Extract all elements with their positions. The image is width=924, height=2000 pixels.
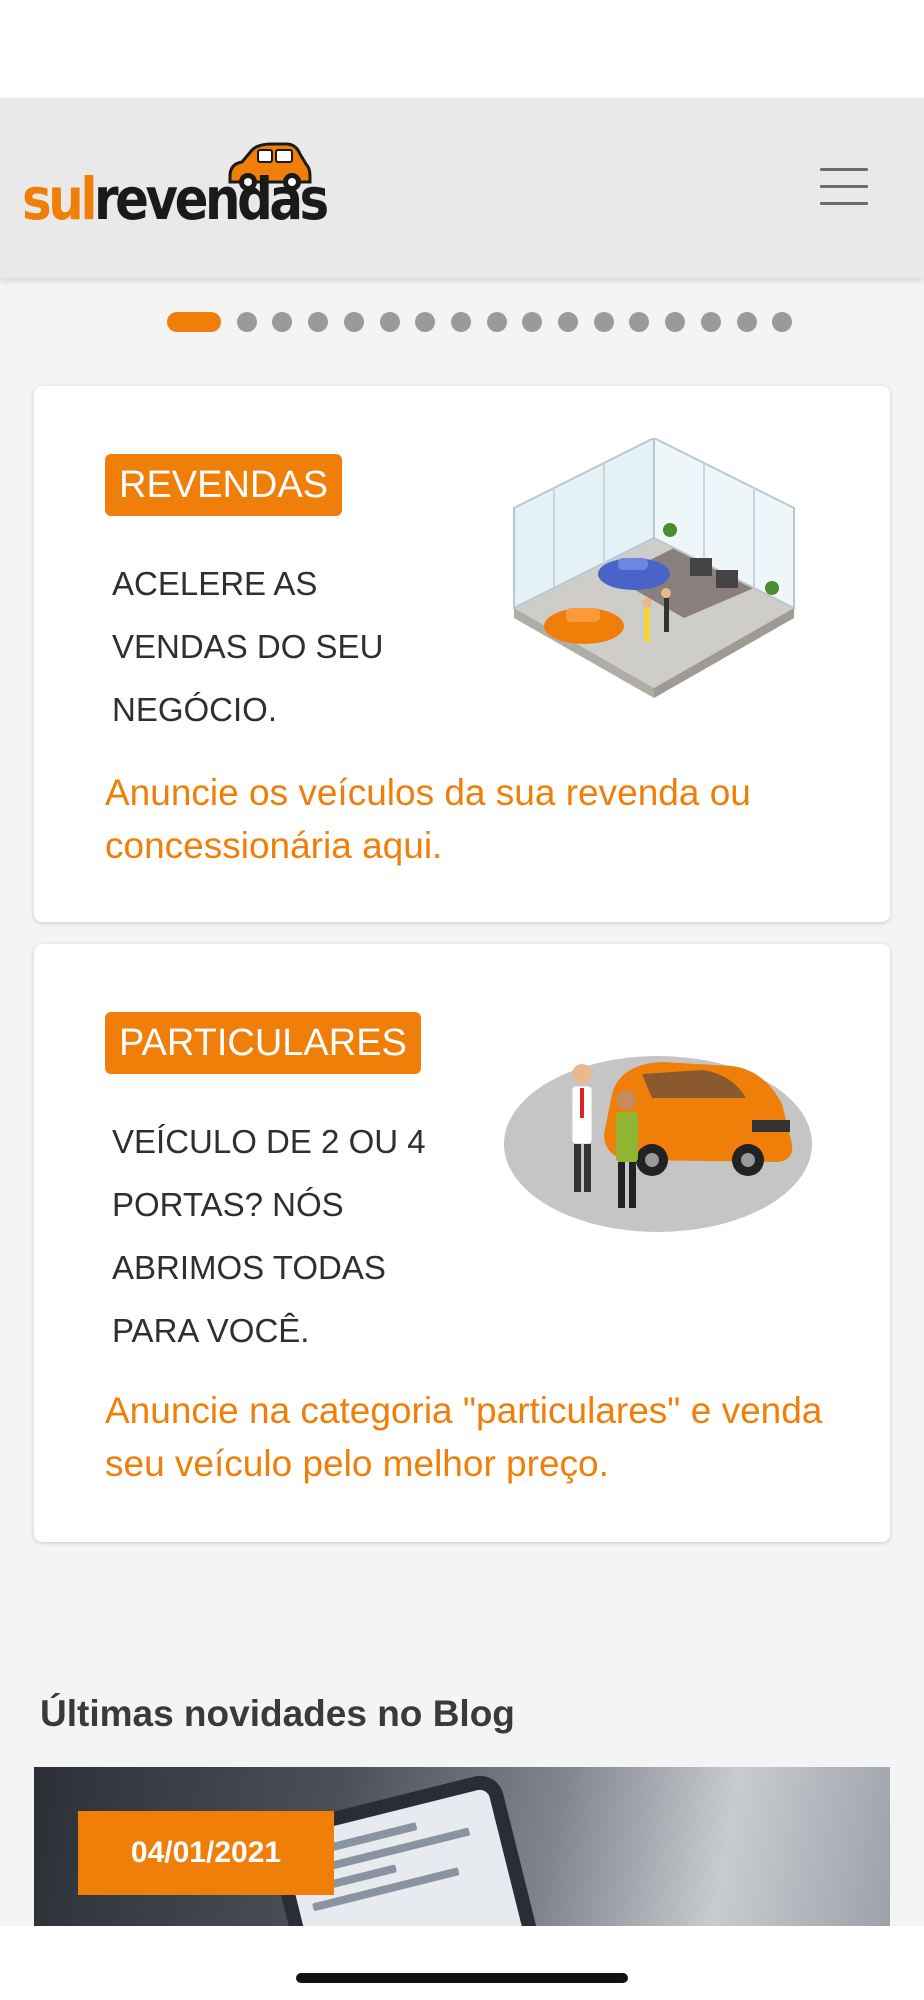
carousel-dot[interactable] (665, 312, 686, 332)
carousel-dot[interactable] (593, 312, 614, 332)
logo-word-sul: sul (22, 165, 97, 233)
status-bar (0, 0, 924, 98)
carousel-dot[interactable] (379, 312, 400, 332)
carousel-dot[interactable] (700, 312, 721, 332)
logo-wordmark: sulrevendas (22, 170, 329, 228)
carousel-dot[interactable] (415, 312, 436, 332)
carousel-dot[interactable] (486, 312, 507, 332)
carousel-dot[interactable] (558, 312, 578, 332)
sulrevendas-logo[interactable]: sulrevendas (22, 142, 329, 242)
card-cta-revendas[interactable]: Anuncie os veículos da sua revenda ou co… (105, 766, 845, 872)
carousel-pagination (0, 310, 924, 334)
navbar: sulrevendas (0, 98, 924, 278)
card-revendas[interactable]: REVENDAS ACELERE AS VENDAS DO SEU NEGÓCI… (34, 386, 890, 922)
bottom-safe-area (0, 1926, 924, 2000)
card-particulares[interactable]: PARTICULARES VEÍCULO DE 2 OU 4 PORTAS? N… (34, 944, 890, 1542)
car-handshake-illustration (504, 1056, 812, 1232)
carousel-dot[interactable] (343, 312, 364, 332)
card-text-revendas: ACELERE AS VENDAS DO SEU NEGÓCIO. (112, 565, 384, 728)
carousel-dot[interactable] (308, 312, 329, 332)
card-text-particulares: VEÍCULO DE 2 OU 4 PORTAS? NÓS ABRIMOS TO… (112, 1123, 426, 1349)
card-cta-particulares[interactable]: Anuncie na categoria "particulares" e ve… (105, 1384, 845, 1490)
carousel-dot[interactable] (272, 312, 293, 332)
blog-heading: Últimas novidades no Blog (40, 1692, 515, 1734)
car-showroom-illustration (513, 438, 795, 698)
hamburger-icon[interactable] (820, 168, 868, 208)
logo-word-revendas: revendas (93, 165, 329, 233)
carousel-dot[interactable] (772, 312, 793, 332)
carousel-dot[interactable] (629, 312, 650, 332)
carousel-dot[interactable] (522, 312, 543, 332)
blog-post-date: 04/01/2021 (78, 1811, 334, 1895)
home-indicator[interactable] (296, 1973, 628, 1983)
card-badge-particulares: PARTICULARES (105, 1012, 421, 1074)
carousel-dot[interactable] (236, 312, 257, 332)
carousel-dot-active[interactable] (167, 312, 221, 332)
carousel-dot[interactable] (450, 312, 471, 332)
carousel-dot[interactable] (736, 312, 757, 332)
blog-post-card[interactable]: 04/01/2021 (34, 1767, 890, 1927)
card-badge-revendas: REVENDAS (105, 454, 343, 516)
